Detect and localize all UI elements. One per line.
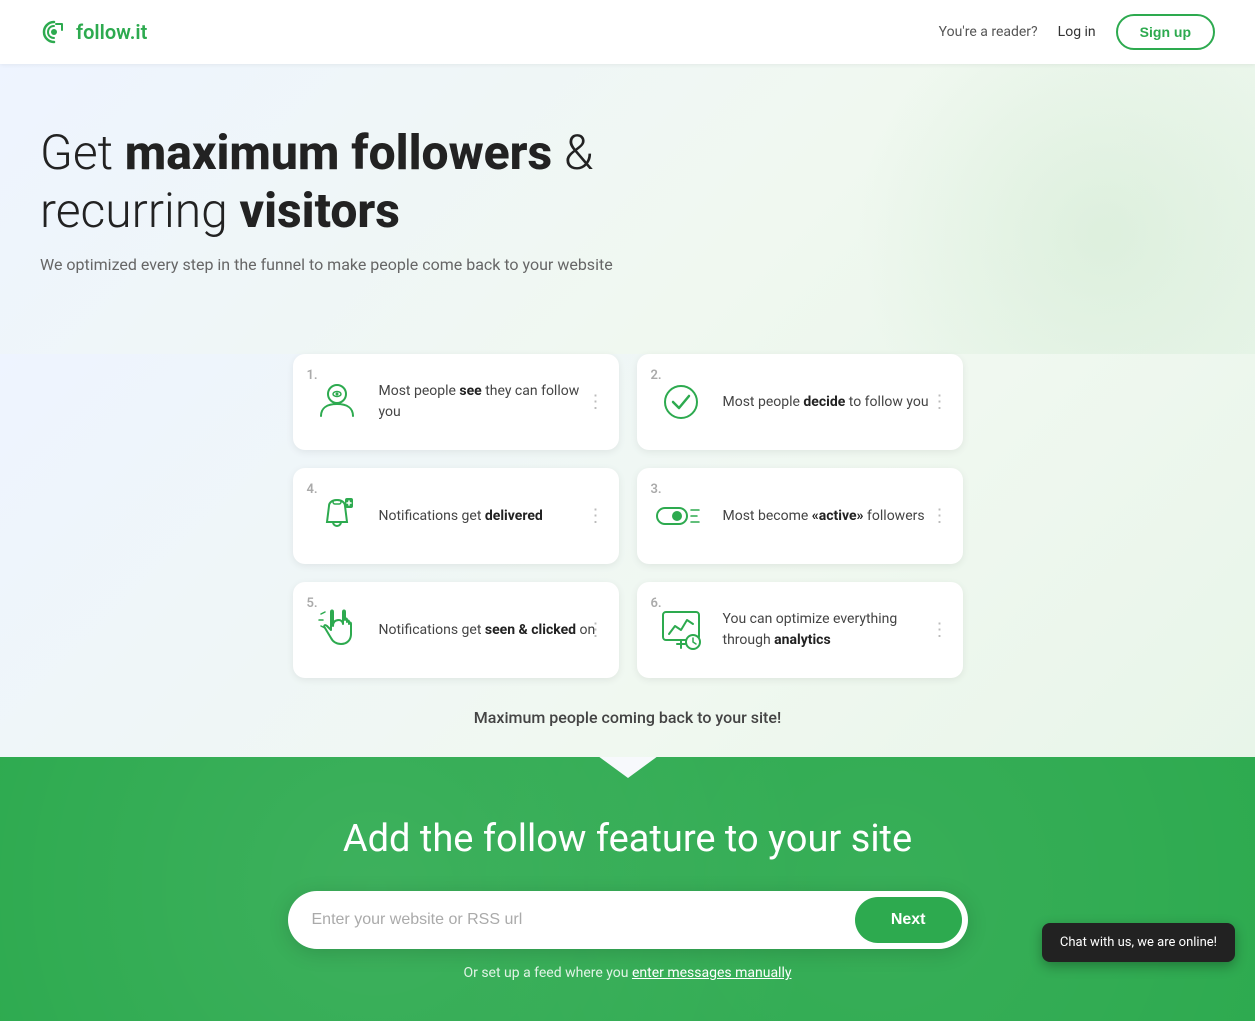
feature-menu-2[interactable]: ⋮ (927, 388, 953, 417)
feature-number-5: 5. (307, 596, 318, 611)
feature-text-5: Notifications get seen & clicked on (379, 620, 601, 641)
feature-number-2: 2. (651, 368, 662, 383)
hero-section: Get maximum followers & recurring visito… (0, 64, 1255, 354)
checkmark-circle-icon (655, 376, 707, 428)
signup-button[interactable]: Sign up (1116, 14, 1215, 50)
green-section: Add the follow feature to your site Next… (0, 757, 1255, 1021)
nav-actions: You're a reader? Log in Sign up (939, 14, 1215, 50)
feature-menu-6[interactable]: ⋮ (927, 616, 953, 645)
feature-text-6: You can optimize everything through anal… (723, 609, 945, 651)
green-title: Add the follow feature to your site (40, 817, 1215, 861)
feature-menu-1[interactable]: ⋮ (583, 388, 609, 417)
feature-card-2: 2. Most people decide to follow you ⋮ (637, 354, 963, 450)
features-grid: 1. Most people see they can follow you ⋮… (253, 354, 1003, 678)
feature-card-4: 4. Notifications get delivered ⋮ (293, 468, 619, 564)
feature-number-3: 3. (651, 482, 662, 497)
feature-menu-5[interactable]: ⋮ (583, 616, 609, 645)
next-button[interactable]: Next (855, 897, 962, 943)
chart-analytics-icon (655, 604, 707, 656)
hero-subtitle: We optimized every step in the funnel to… (40, 255, 1215, 274)
logo[interactable]: follow.it (40, 18, 147, 46)
logo-text: follow.it (76, 20, 147, 44)
feature-menu-3[interactable]: ⋮ (927, 502, 953, 531)
toggle-active-icon (655, 490, 707, 542)
manual-feed-link[interactable]: enter messages manually (632, 965, 792, 981)
feature-text-4: Notifications get delivered (379, 506, 601, 527)
feature-card-1: 1. Most people see they can follow you ⋮ (293, 354, 619, 450)
hand-click-icon (311, 604, 363, 656)
feature-number-4: 4. (307, 482, 318, 497)
notification-bell-icon (311, 490, 363, 542)
max-back-label: Maximum people coming back to your site! (0, 678, 1255, 737)
feature-card-3: 3. Most become «active» followers ⋮ (637, 468, 963, 564)
feature-menu-4[interactable]: ⋮ (583, 502, 609, 531)
feature-number-6: 6. (651, 596, 662, 611)
chat-bubble[interactable]: Chat with us, we are online! (1042, 923, 1235, 962)
url-form: Next (288, 891, 968, 949)
person-eye-icon (311, 376, 363, 428)
hero-title: Get maximum followers & recurring visito… (40, 124, 740, 239)
green-footer: Or set up a feed where you enter message… (40, 965, 1215, 981)
feature-text-2: Most people decide to follow you (723, 392, 945, 413)
reader-link[interactable]: You're a reader? (939, 24, 1038, 40)
feature-card-6: 6. You can optimize everything through a… (637, 582, 963, 678)
url-input[interactable] (312, 897, 855, 943)
login-link[interactable]: Log in (1058, 24, 1096, 40)
navbar: follow.it You're a reader? Log in Sign u… (0, 0, 1255, 64)
feature-number-1: 1. (307, 368, 318, 383)
logo-icon (40, 18, 68, 46)
feature-text-3: Most become «active» followers (723, 506, 945, 527)
feature-text-1: Most people see they can follow you (379, 381, 601, 423)
feature-card-5: 5. Notifications get seen & clicked on ⋮ (293, 582, 619, 678)
